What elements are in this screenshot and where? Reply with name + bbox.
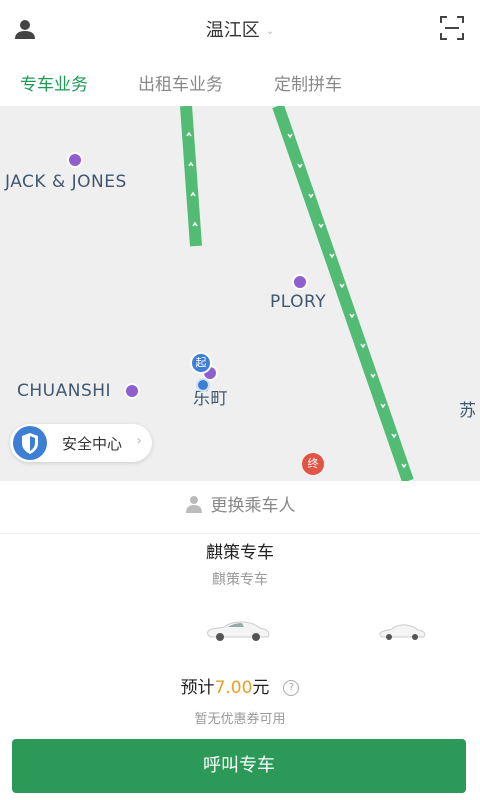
person-icon	[185, 495, 202, 513]
price-prefix: 预计	[180, 678, 215, 698]
change-passenger-button[interactable]: 更换乘车人	[0, 491, 480, 527]
top-bar: 温江区 ⌄	[0, 0, 480, 58]
change-passenger-label: 更换乘车人	[210, 496, 296, 516]
poi-chuanshi[interactable]: CHUANSHI	[17, 381, 111, 401]
price-value: 7.00	[214, 678, 253, 698]
end-marker[interactable]: 终	[302, 453, 324, 475]
estimated-price: 预计7.00元?	[0, 673, 480, 698]
tab-premium-car[interactable]: 专车业务	[20, 70, 88, 95]
safety-center-label: 安全中心	[62, 435, 123, 453]
poi-shop-icon	[124, 383, 140, 399]
divider	[0, 533, 480, 534]
start-marker[interactable]: 起	[190, 352, 212, 392]
call-car-button[interactable]: 呼叫专车	[12, 739, 466, 793]
chevron-down-icon: ⌄	[265, 25, 275, 37]
start-marker-label: 起	[190, 352, 212, 374]
district-selector[interactable]: 温江区 ⌄	[0, 16, 480, 42]
car-type-subtitle: 麒策专车	[212, 572, 268, 588]
car-icon[interactable]	[204, 617, 272, 643]
chevron-right-icon: ›	[136, 433, 142, 449]
poi-jack-jones[interactable]: JACK & JONES	[5, 172, 127, 192]
poi-plory[interactable]: PLORY	[270, 292, 326, 312]
poi-su[interactable]: 苏	[459, 396, 477, 421]
order-panel: 更换乘车人 麒策专车 麒策专车 预计7.00元? 暂无优惠券可用 呼叫专车	[0, 481, 480, 800]
car-icon[interactable]	[378, 621, 426, 641]
scan-icon[interactable]	[440, 16, 464, 40]
poi-shop-icon	[67, 152, 83, 168]
tab-taxi[interactable]: 出租车业务	[138, 70, 223, 95]
tab-carpool[interactable]: 定制拼车	[274, 70, 342, 95]
coupon-status[interactable]: 暂无优惠券可用	[0, 708, 480, 727]
district-label: 温江区	[205, 20, 260, 41]
help-icon[interactable]: ?	[283, 680, 300, 696]
location-dot-icon	[196, 378, 210, 392]
service-tabs: 专车业务 出租车业务 定制拼车	[0, 58, 480, 106]
car-type-title: 麒策专车	[206, 543, 274, 563]
safety-center-button[interactable]: 安全中心 ›	[10, 424, 152, 462]
shield-icon	[13, 426, 47, 460]
price-unit: 元	[252, 678, 270, 698]
poi-shop-icon	[292, 274, 308, 290]
